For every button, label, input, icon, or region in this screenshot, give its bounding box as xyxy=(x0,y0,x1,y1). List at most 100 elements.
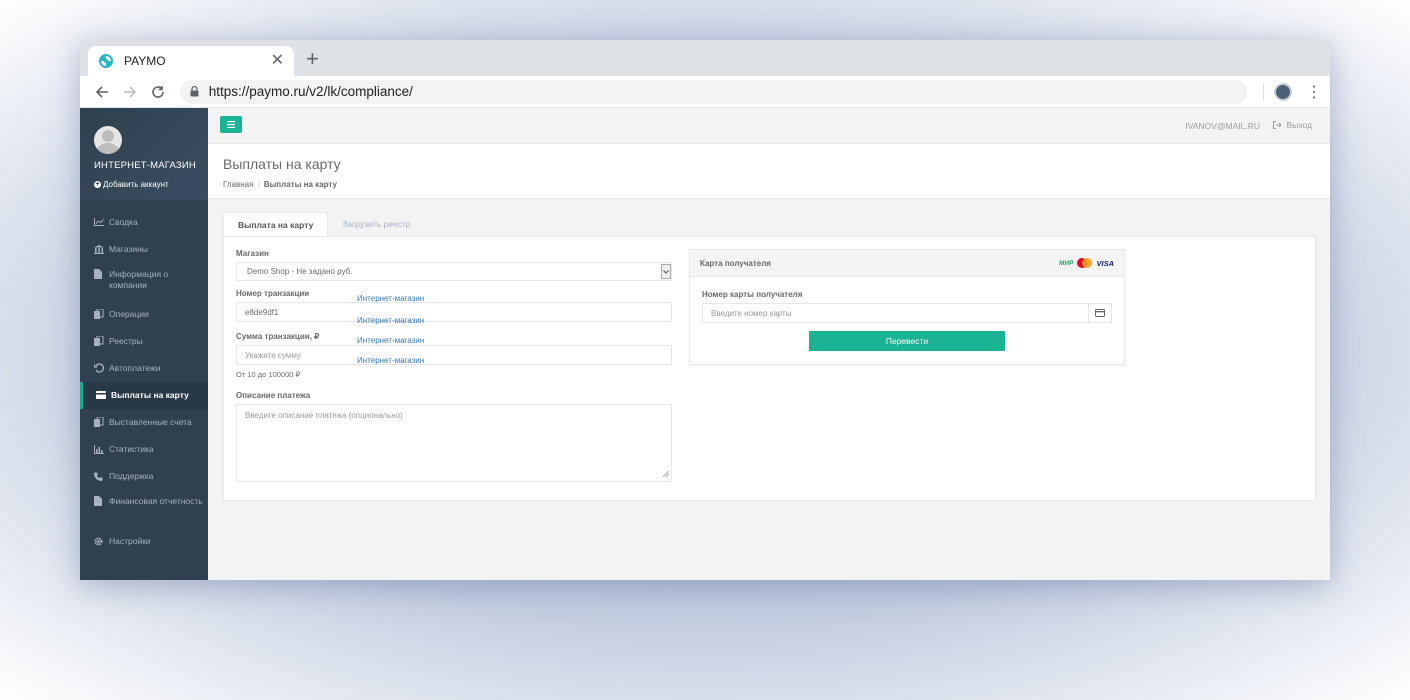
breadcrumb: Главная / Выплаты на карту xyxy=(223,180,1315,189)
sidebar-item-label: Выставленные счета xyxy=(109,417,192,427)
sidebar-item-label: Реестры xyxy=(109,336,143,346)
top-bar: IVANOV@MAIL.RU Выход xyxy=(208,108,1330,144)
breadcrumb-home[interactable]: Главная xyxy=(223,180,253,189)
recipient-card-header: Карта получателя МИР VISA xyxy=(690,250,1124,277)
hamburger-menu-button[interactable] xyxy=(220,116,242,133)
page-title: Выплаты на карту xyxy=(223,156,341,172)
tabs-container: Выплата на карту Загрузить реестр Магази… xyxy=(223,212,1316,501)
sidebar-item-card-payouts[interactable]: Выплаты на карту xyxy=(80,382,208,409)
shop-label: Магазин xyxy=(236,249,269,258)
file-icon xyxy=(94,496,106,506)
internet-shop-link[interactable]: Интернет-магазин xyxy=(357,356,424,365)
internet-shop-link[interactable]: Интернет-магазин xyxy=(357,336,424,345)
page-heading: Выплаты на карту Главная / Выплаты на карт… xyxy=(208,144,1330,199)
address-bar[interactable]: https://paymo.ru/v2/lk/compliance/ xyxy=(179,79,1248,104)
payment-description-textarea[interactable]: Введите описание платежа (опционально) xyxy=(236,404,672,482)
sidebar-item-settings[interactable]: Настройки xyxy=(80,528,208,555)
forward-arrow-icon[interactable] xyxy=(116,78,144,106)
logout-link[interactable]: Выход xyxy=(1272,120,1312,130)
internet-shop-link[interactable]: Интернет-магазин xyxy=(357,316,424,325)
sidebar-item-invoices[interactable]: Выставленные счета xyxy=(80,409,208,436)
sidebar-item-operations[interactable]: Операции xyxy=(80,301,208,328)
transfer-button[interactable]: Перевести xyxy=(809,331,1005,351)
toolbar-separator xyxy=(1263,82,1265,101)
sidebar-item-label: Информация о компании xyxy=(109,269,169,290)
transaction-number-input[interactable]: e8de9df1 xyxy=(236,302,672,322)
sidebar-item-label: Настройки xyxy=(109,536,151,546)
lock-icon xyxy=(190,86,199,97)
phone-icon xyxy=(94,471,106,481)
close-icon[interactable]: ✕ xyxy=(271,53,284,69)
shop-select[interactable]: Demo Shop - Не задано руб. xyxy=(236,262,672,281)
sidebar-item-label: Операции xyxy=(109,309,149,319)
files-icon xyxy=(94,417,106,427)
add-account-label: Добавить аккаунт xyxy=(103,180,169,189)
card-number-placeholder: Введите номер карты xyxy=(711,308,792,318)
history-icon xyxy=(94,363,106,373)
card-brands: МИР VISA xyxy=(1059,258,1114,268)
main-content: IVANOV@MAIL.RU Выход Выплаты на карту Гл… xyxy=(208,108,1330,580)
payout-form: Магазин Demo Shop - Не задано руб. Номер… xyxy=(236,249,672,482)
logout-label: Выход xyxy=(1286,120,1312,130)
user-email: IVANOV@MAIL.RU xyxy=(1185,121,1260,131)
transaction-number-label: Номер транзакции xyxy=(236,289,310,298)
kebab-menu-icon[interactable]: ⋮ xyxy=(1306,82,1322,102)
bank-icon xyxy=(94,244,106,254)
profile-block: ИНТЕРНЕТ-МАГАЗИН + Добавить аккаунт xyxy=(80,108,208,200)
recipient-card-panel: Карта получателя МИР VISA Номер карты по… xyxy=(689,249,1125,365)
tab-card-payout[interactable]: Выплата на карту xyxy=(223,212,329,236)
new-tab-plus-icon[interactable]: + xyxy=(306,48,319,70)
paymo-app: ИНТЕРНЕТ-МАГАЗИН + Добавить аккаунт Свод… xyxy=(80,108,1330,580)
sidebar-item-label: Финансовая отчетность xyxy=(109,496,203,506)
sidebar-item-financial-reports[interactable]: Финансовая отчетность xyxy=(80,490,208,528)
bar-chart-icon xyxy=(94,444,106,454)
visa-logo: VISA xyxy=(1096,258,1114,268)
url-text: https://paymo.ru/v2/lk/compliance/ xyxy=(208,84,413,99)
sidebar-item-registries[interactable]: Реестры xyxy=(80,328,208,355)
file-icon xyxy=(94,269,106,279)
sidebar-item-autopayments[interactable]: Автоплатежи xyxy=(80,355,208,382)
sidebar-item-company-info[interactable]: Информация о компании xyxy=(80,263,208,301)
chart-line-icon xyxy=(94,217,106,227)
sidebar-item-support[interactable]: Поддержка xyxy=(80,463,208,490)
recipient-card-body: Номер карты получателя Введите номер кар… xyxy=(690,277,1124,364)
breadcrumb-current: Выплаты на карту xyxy=(263,180,337,189)
back-arrow-icon[interactable] xyxy=(88,78,116,106)
avatar[interactable] xyxy=(94,126,122,154)
payment-description-placeholder: Введите описание платежа (опционально) xyxy=(245,411,403,420)
sidebar-item-label: Автоплатежи xyxy=(109,363,161,373)
profile-avatar[interactable] xyxy=(1274,82,1292,101)
transaction-amount-label: Сумма транзакции, ₽ xyxy=(236,332,320,341)
add-account-link[interactable]: + Добавить аккаунт xyxy=(94,180,208,189)
sidebar-item-shops[interactable]: Магазины xyxy=(80,236,208,263)
sidebar-item-label: Статистика xyxy=(109,444,154,454)
browser-window: PAYMO ✕ + https://paymo.ru/v2/lk/complia… xyxy=(80,40,1330,580)
breadcrumb-separator: / xyxy=(257,180,260,189)
tab-upload-registry[interactable]: Загрузить реестр xyxy=(328,212,424,236)
credit-card-icon xyxy=(1088,304,1111,322)
mastercard-logo-icon xyxy=(1077,258,1093,268)
tab-bar: Выплата на карту Загрузить реестр xyxy=(223,212,1316,236)
card-number-label: Номер карты получателя xyxy=(702,290,803,299)
sidebar-item-summary[interactable]: Сводка xyxy=(80,209,208,236)
mir-logo: МИР xyxy=(1059,259,1074,267)
amount-hint: От 10 до 100000 ₽ xyxy=(236,370,301,379)
resize-handle-icon[interactable] xyxy=(662,470,670,479)
paymo-logo-icon xyxy=(98,53,114,69)
transaction-amount-input[interactable]: Укажите сумму xyxy=(236,345,672,365)
plus-circle-icon: + xyxy=(94,181,101,188)
sidebar-item-label: Поддержка xyxy=(109,471,154,481)
credit-card-icon xyxy=(96,390,108,400)
browser-tab[interactable]: PAYMO ✕ xyxy=(88,46,294,76)
tab-strip: PAYMO ✕ + xyxy=(80,40,1330,76)
internet-shop-link[interactable]: Интернет-магазин xyxy=(357,294,424,303)
browser-toolbar: https://paymo.ru/v2/lk/compliance/ ⋮ xyxy=(80,76,1330,108)
sidebar: ИНТЕРНЕТ-МАГАЗИН + Добавить аккаунт Свод… xyxy=(80,108,208,580)
reload-icon[interactable] xyxy=(144,78,172,106)
sidebar-item-statistics[interactable]: Статистика xyxy=(80,436,208,463)
shop-name: ИНТЕРНЕТ-МАГАЗИН xyxy=(94,160,196,171)
payment-description-label: Описание платежа xyxy=(236,391,311,400)
sidebar-item-label: Магазины xyxy=(109,244,148,254)
files-icon xyxy=(94,309,106,319)
card-number-input[interactable]: Введите номер карты xyxy=(702,303,1112,323)
